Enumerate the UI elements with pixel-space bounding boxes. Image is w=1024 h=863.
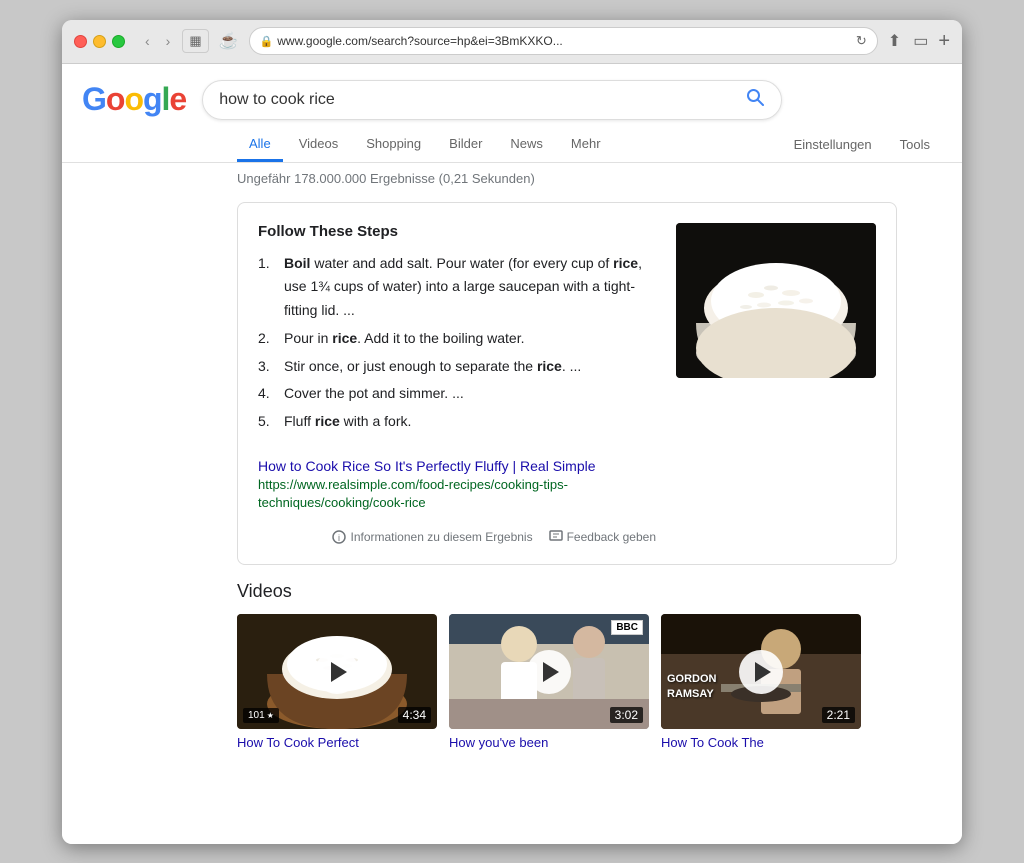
featured-snippet: Follow These Steps 1. Boil water and add… xyxy=(237,202,897,566)
browser-window: ‹ › ▦ ☕ 🔒 www.google.com/search?source=h… xyxy=(62,20,962,844)
nav-tabs: Alle Videos Shopping Bilder News Mehr Ei… xyxy=(62,120,962,163)
snippet-link-url[interactable]: https://www.realsimple.com/food-recipes/… xyxy=(258,477,568,510)
lock-icon: 🔒 xyxy=(260,35,274,48)
toolbar-right: ⬆ ▭ + xyxy=(886,29,950,53)
videos-title: Videos xyxy=(237,581,942,602)
page-content: Google Alle Videos Shopping Bilder News … xyxy=(62,64,962,844)
snippet-content: Follow These Steps 1. Boil water and add… xyxy=(258,223,656,545)
logo-g2: g xyxy=(143,81,162,117)
result-stats: Ungefähr 178.000.000 Ergebnisse (0,21 Se… xyxy=(62,163,962,194)
address-bar[interactable]: 🔒 www.google.com/search?source=hp&ei=3Bm… xyxy=(249,27,878,55)
videos-section: Videos xyxy=(62,581,962,772)
address-text: www.google.com/search?source=hp&ei=3BmKX… xyxy=(277,34,852,48)
play-button-2[interactable] xyxy=(527,650,571,694)
video-duration-2: 3:02 xyxy=(610,707,643,723)
logo-g: G xyxy=(82,81,106,117)
snippet-feedback-btn[interactable]: Feedback geben xyxy=(549,530,656,544)
snippet-info-btn[interactable]: i Informationen zu diesem Ergebnis xyxy=(332,530,532,544)
tab-shopping[interactable]: Shopping xyxy=(354,128,433,162)
svg-text:i: i xyxy=(338,533,340,543)
bbc-badge: BBC xyxy=(611,620,643,635)
google-logo: Google xyxy=(82,81,186,118)
play-button-1[interactable] xyxy=(315,650,359,694)
step-4: 4. Cover the pot and simmer. ... xyxy=(258,382,656,406)
traffic-lights xyxy=(74,35,125,48)
video-thumbnail-2[interactable]: BBC 3:02 xyxy=(449,614,649,729)
search-bar[interactable] xyxy=(202,80,782,120)
step-1: 1. Boil water and add salt. Pour water (… xyxy=(258,252,656,323)
video-title-3: How To Cook The xyxy=(661,735,861,752)
snippet-title: Follow These Steps xyxy=(258,223,656,240)
forward-button[interactable]: › xyxy=(162,31,175,51)
snippet-link: How to Cook Rice So It's Perfectly Fluff… xyxy=(258,446,656,512)
tab-tools[interactable]: Tools xyxy=(888,129,942,160)
search-input[interactable] xyxy=(219,91,745,109)
snippet-steps: 1. Boil water and add salt. Pour water (… xyxy=(258,252,656,435)
tab-alle[interactable]: Alle xyxy=(237,128,283,162)
play-triangle-2 xyxy=(543,662,559,682)
cloud-button[interactable]: ☕ xyxy=(217,29,241,53)
tab-videos[interactable]: Videos xyxy=(287,128,351,162)
video-grid: 101 ★ 4:34 How To Cook Perfect xyxy=(237,614,942,752)
close-button[interactable] xyxy=(74,35,87,48)
tab-mehr[interactable]: Mehr xyxy=(559,128,613,162)
play-button-3[interactable] xyxy=(739,650,783,694)
tab-bilder[interactable]: Bilder xyxy=(437,128,494,162)
share-button[interactable]: ⬆ xyxy=(886,29,903,53)
video-duration-3: 2:21 xyxy=(822,707,855,723)
video-thumbnail-1[interactable]: 101 ★ 4:34 xyxy=(237,614,437,729)
google-header: Google xyxy=(62,64,962,120)
video-card-1[interactable]: 101 ★ 4:34 How To Cook Perfect xyxy=(237,614,437,752)
search-icon-button[interactable] xyxy=(745,87,765,113)
new-tab-button[interactable]: + xyxy=(938,31,950,51)
step-3: 3. Stir once, or just enough to separate… xyxy=(258,355,656,379)
back-button[interactable]: ‹ xyxy=(141,31,154,51)
maximize-button[interactable] xyxy=(112,35,125,48)
video-title-1: How To Cook Perfect xyxy=(237,735,437,752)
step-2: 2. Pour in rice. Add it to the boiling w… xyxy=(258,327,656,351)
tab-einstellungen[interactable]: Einstellungen xyxy=(782,129,884,160)
tab-view-button[interactable]: ▦ xyxy=(182,29,208,53)
rice-bowl-visual xyxy=(676,223,876,378)
snippet-footer: i Informationen zu diesem Ergebnis Feedb… xyxy=(258,522,656,544)
snippet-link-title[interactable]: How to Cook Rice So It's Perfectly Fluff… xyxy=(258,458,656,474)
title-bar: ‹ › ▦ ☕ 🔒 www.google.com/search?source=h… xyxy=(62,20,962,64)
tab-news[interactable]: News xyxy=(498,128,555,162)
video-card-2[interactable]: BBC 3:02 How you've been xyxy=(449,614,649,752)
logo-o1: o xyxy=(106,81,125,117)
video-title-2: How you've been xyxy=(449,735,649,752)
gordon-ramsay-label: GORDONRAMSAY xyxy=(667,672,717,701)
logo-o2: o xyxy=(124,81,143,117)
logo-e: e xyxy=(169,81,186,117)
video-duration-1: 4:34 xyxy=(398,707,431,723)
reload-button[interactable]: ↻ xyxy=(856,33,867,49)
video-thumbnail-3[interactable]: GORDONRAMSAY 2:21 xyxy=(661,614,861,729)
step-5: 5. Fluff rice with a fork. xyxy=(258,410,656,434)
video-badge-1: 101 ★ xyxy=(243,708,279,723)
play-triangle-3 xyxy=(755,662,771,682)
tab-duplicate-button[interactable]: ▭ xyxy=(911,29,930,53)
play-triangle-1 xyxy=(331,662,347,682)
snippet-image xyxy=(676,223,876,378)
video-card-3[interactable]: GORDONRAMSAY 2:21 How To Cook The xyxy=(661,614,861,752)
minimize-button[interactable] xyxy=(93,35,106,48)
